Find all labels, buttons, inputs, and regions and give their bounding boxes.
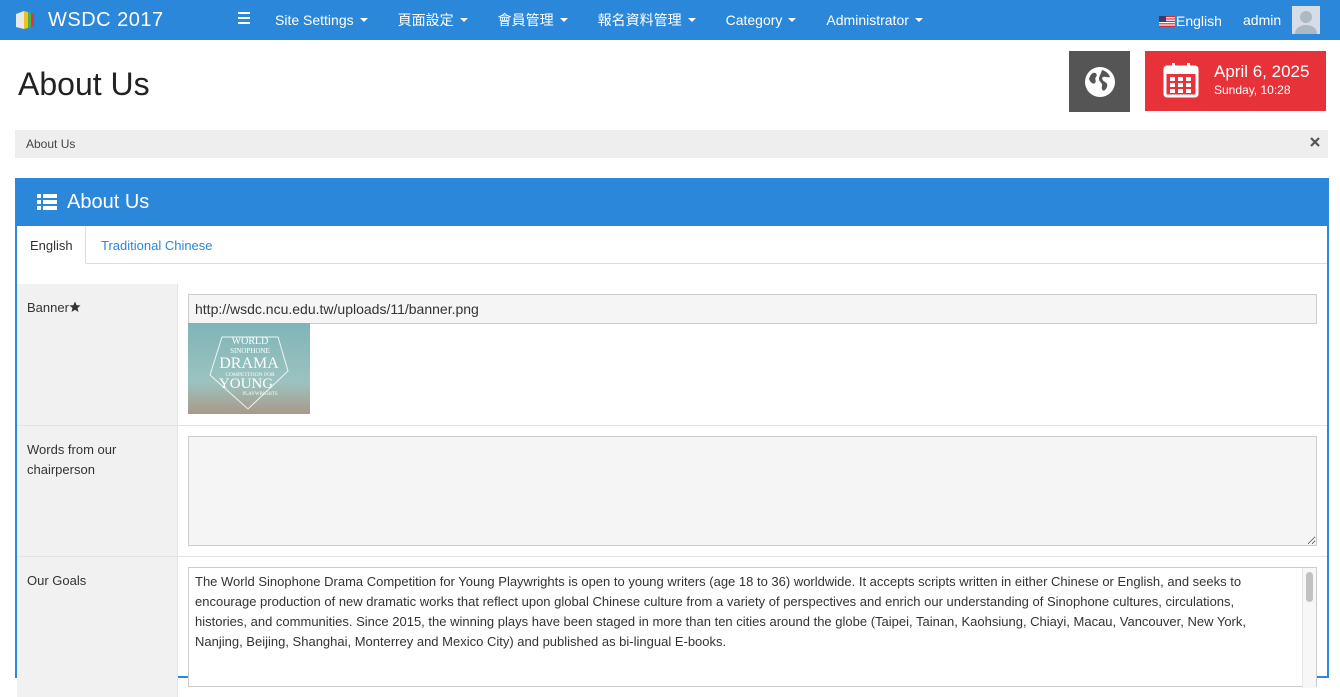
menu-label: Site Settings	[275, 12, 354, 28]
menu-toggle-icon[interactable]	[238, 12, 250, 26]
banner-text-2: SINOPHONE	[230, 347, 270, 355]
menu-label: 會員管理	[497, 12, 554, 28]
language-label: English	[1176, 13, 1222, 29]
star-icon	[69, 301, 81, 312]
breadcrumb: About Us	[15, 130, 1328, 158]
language-tabs: English Traditional Chinese	[17, 226, 1327, 264]
caret-down-icon	[459, 18, 468, 22]
banner-text-6: PLAYWRIGHTS	[242, 392, 278, 397]
caret-down-icon	[359, 18, 368, 22]
banner-text-5: YOUNG	[219, 376, 273, 392]
goals-text: The World Sinophone Drama Competition fo…	[195, 574, 1246, 649]
goals-scrollbar[interactable]	[1302, 568, 1316, 688]
panel-title: About Us	[67, 191, 150, 213]
date-sub: Sunday, 10:28	[1214, 83, 1291, 97]
caret-down-icon	[687, 18, 696, 22]
us-flag-icon	[1159, 15, 1175, 27]
user-menu[interactable]: admin	[1243, 6, 1321, 34]
caret-down-icon	[914, 18, 923, 22]
banner-image: WORLD SINOPHONE DRAMA COMPETITION FOR YO…	[188, 323, 310, 414]
about-panel: About Us English Traditional Chinese Ban…	[15, 178, 1329, 697]
tab-english[interactable]: English	[17, 226, 86, 264]
panel-header: About Us	[15, 178, 1329, 226]
caret-down-icon	[559, 18, 568, 22]
menu-registration-management[interactable]: 報名資料管理	[598, 10, 696, 30]
chairperson-row: Words from our chairperson	[17, 426, 1327, 557]
menu-category[interactable]: Category	[726, 12, 797, 28]
menu-site-settings[interactable]: Site Settings	[275, 12, 368, 28]
menu-label: Category	[725, 12, 783, 28]
chairperson-textarea[interactable]	[188, 436, 1317, 546]
logo-icon	[16, 11, 34, 29]
globe-button[interactable]	[1069, 51, 1130, 112]
close-icon[interactable]	[1310, 137, 1320, 147]
brand-title: WSDC 2017	[48, 8, 164, 31]
top-navbar: WSDC 2017 Site Settings 頁面設定 會員管理 報名資料管理…	[0, 0, 1340, 40]
caret-down-icon	[788, 18, 797, 22]
menu-member-management[interactable]: 會員管理	[498, 10, 568, 30]
list-icon	[37, 194, 57, 210]
menu-label: 頁面設定	[397, 12, 454, 28]
date-widget: April 6, 2025 Sunday, 10:28	[1145, 51, 1326, 111]
banner-text-3: DRAMA	[219, 355, 279, 372]
banner-text-1: WORLD	[232, 336, 269, 347]
menu-page-settings[interactable]: 頁面設定	[398, 10, 468, 30]
chairperson-label: Words from our chairperson	[17, 426, 178, 556]
username: admin	[1243, 12, 1282, 28]
avatar-icon	[1292, 6, 1321, 34]
scrollbar-thumb[interactable]	[1306, 572, 1313, 602]
menu-label: 報名資料管理	[597, 12, 682, 28]
calendar-icon	[1163, 63, 1199, 98]
language-switcher[interactable]: English	[1159, 13, 1222, 29]
banner-row: Banner WORLD SINOPHONE DRAMA COMPETITION…	[17, 284, 1327, 426]
main-menu: Site Settings 頁面設定 會員管理 報名資料管理 Category …	[275, 0, 953, 40]
brand[interactable]: WSDC 2017	[14, 0, 164, 40]
goals-row: Our Goals The World Sinophone Drama Comp…	[17, 557, 1327, 697]
banner-label: Banner	[17, 284, 178, 425]
menu-label: Administrator	[826, 12, 909, 28]
breadcrumb-current: About Us	[26, 137, 76, 151]
globe-icon	[1084, 66, 1115, 97]
goals-label: Our Goals	[17, 557, 178, 697]
banner-label-text: Banner	[27, 300, 69, 315]
tab-traditional-chinese[interactable]: Traditional Chinese	[88, 226, 226, 264]
page-title: About Us	[18, 66, 150, 102]
menu-administrator[interactable]: Administrator	[826, 12, 923, 28]
banner-url-input[interactable]	[188, 294, 1317, 324]
date-main: April 6, 2025	[1214, 62, 1310, 81]
goals-textarea[interactable]: The World Sinophone Drama Competition fo…	[188, 567, 1317, 688]
